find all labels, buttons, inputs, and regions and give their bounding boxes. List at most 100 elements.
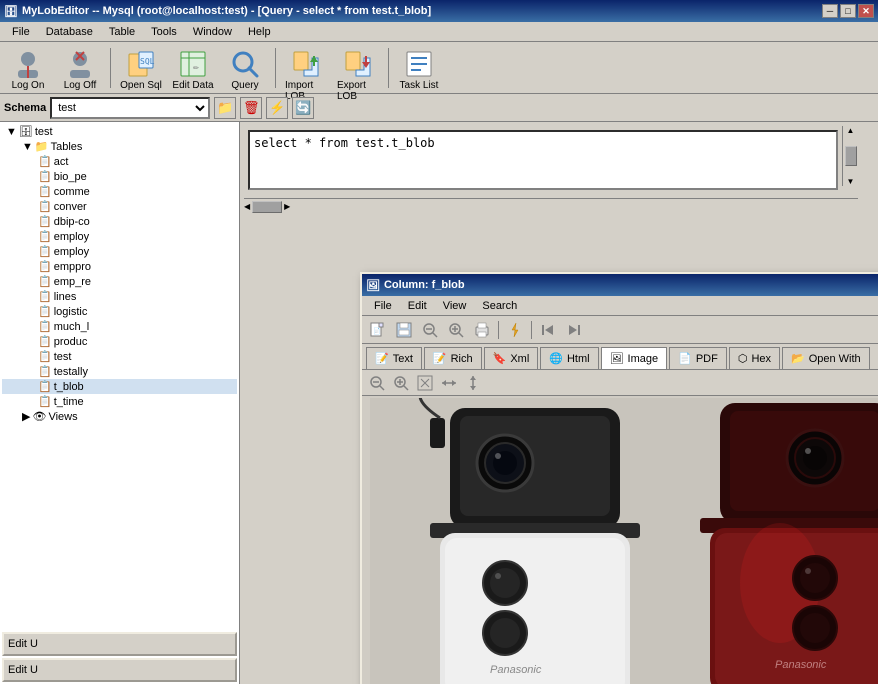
tree-tables-folder[interactable]: ▼ 📁 Tables xyxy=(2,139,237,154)
query-button[interactable]: Query xyxy=(221,45,269,91)
tab-xml[interactable]: 🔖 Xml xyxy=(484,347,539,369)
dialog-save-btn[interactable] xyxy=(392,319,416,341)
import-lob-button[interactable]: Import LOB xyxy=(282,45,330,91)
tree-item-lines[interactable]: 📋 lines xyxy=(2,289,237,304)
tab-text[interactable]: 📝 Text xyxy=(366,347,422,369)
svg-text:SQL: SQL xyxy=(140,57,155,66)
close-button[interactable]: ✕ xyxy=(858,4,874,18)
scroll-down-arrow[interactable]: ▼ xyxy=(847,177,855,186)
tree-views-folder[interactable]: ▶ 👁 Views xyxy=(2,409,237,424)
main-area: ▼ 🗄 test ▼ 📁 Tables 📋 act 📋 bio_pe 📋 xyxy=(0,122,878,684)
dialog-menu-edit[interactable]: Edit xyxy=(400,298,435,314)
title-bar-controls: ─ □ ✕ xyxy=(822,4,874,18)
dialog-zoom-out-btn[interactable] xyxy=(418,319,442,341)
tree-item-t-blob[interactable]: 📋 t_blob xyxy=(2,379,237,394)
tree-item-empre[interactable]: 📋 emp_re xyxy=(2,274,237,289)
menu-file[interactable]: File xyxy=(4,24,38,40)
menu-table[interactable]: Table xyxy=(101,24,143,40)
dialog-menu-view[interactable]: View xyxy=(435,298,475,314)
maximize-button[interactable]: □ xyxy=(840,4,856,18)
scroll-left-arrow[interactable]: ◀ xyxy=(244,202,250,211)
schema-refresh-btn[interactable]: 🔄 xyxy=(292,97,314,119)
schema-open-btn[interactable]: 📁 xyxy=(214,97,236,119)
image-area: Panasonic xyxy=(362,396,878,684)
scroll-h-thumb[interactable] xyxy=(252,201,282,213)
logoff-label: Log Off xyxy=(64,80,97,91)
dialog-menu-search[interactable]: Search xyxy=(474,298,525,314)
tree-item-produc[interactable]: 📋 produc xyxy=(2,334,237,349)
schema-lightning-btn[interactable]: ⚡ xyxy=(266,97,288,119)
edit-data-label: Edit Data xyxy=(172,80,213,91)
tab-image[interactable]: 🖼 Image xyxy=(601,347,668,369)
tab-rich[interactable]: 📝 Rich xyxy=(424,347,482,369)
tree-item-emppro[interactable]: 📋 emppro xyxy=(2,259,237,274)
dialog-zoom-in-btn[interactable] xyxy=(444,319,468,341)
dialog-menu-file[interactable]: File xyxy=(366,298,400,314)
minimize-button[interactable]: ─ xyxy=(822,4,838,18)
tab-pdf[interactable]: 📄 PDF xyxy=(669,347,727,369)
menu-tools[interactable]: Tools xyxy=(143,24,185,40)
column-dialog: 🖼 Column: f_blob ─ □ ✕ File Edit View Se… xyxy=(360,272,878,684)
scroll-thumb[interactable] xyxy=(845,146,857,166)
svg-text:✏: ✏ xyxy=(193,62,199,73)
scroll-up-arrow[interactable]: ▲ xyxy=(847,126,855,135)
tree-item-comme[interactable]: 📋 comme xyxy=(2,184,237,199)
tree-item-dbip[interactable]: 📋 dbip-co xyxy=(2,214,237,229)
tab-open-with[interactable]: 📂 Open With xyxy=(782,347,870,369)
tree-item-employ2[interactable]: 📋 employ xyxy=(2,244,237,259)
query-scrollbar-v[interactable]: ▲ ▼ xyxy=(842,126,858,186)
zoom-in-btn[interactable] xyxy=(390,373,412,393)
tree-item-act[interactable]: 📋 act xyxy=(2,154,237,169)
tree-item-t-time[interactable]: 📋 t_time xyxy=(2,394,237,409)
open-sql-button[interactable]: SQL Open Sql xyxy=(117,45,165,91)
tree-root-label: test xyxy=(35,126,53,138)
dialog-new-btn[interactable]: 📄 xyxy=(366,319,390,341)
menu-help[interactable]: Help xyxy=(240,24,279,40)
dialog-forward-btn[interactable] xyxy=(562,319,586,341)
logoff-icon xyxy=(64,48,96,80)
scroll-right-arrow[interactable]: ▶ xyxy=(284,202,290,211)
tree-item-test[interactable]: 📋 test xyxy=(2,349,237,364)
tree-item-conver[interactable]: 📋 conver xyxy=(2,199,237,214)
export-lob-button[interactable]: Export LOB xyxy=(334,45,382,91)
expand-icon: ▼ xyxy=(6,126,17,138)
tree-root[interactable]: ▼ 🗄 test xyxy=(2,124,237,139)
tree-item-label: much_l xyxy=(54,321,89,333)
open-sql-label: Open Sql xyxy=(120,80,162,91)
tree-item-testally[interactable]: 📋 testally xyxy=(2,364,237,379)
tab-html[interactable]: 🌐 Html xyxy=(540,347,598,369)
table-icon: 📋 xyxy=(38,170,52,183)
dialog-print-btn[interactable] xyxy=(470,319,494,341)
phones-image: Panasonic xyxy=(370,398,878,684)
query-editor[interactable] xyxy=(248,130,838,190)
edit-button-2[interactable]: Edit U xyxy=(2,658,237,682)
tree-item-label: logistic xyxy=(54,306,88,318)
tree-item-much[interactable]: 📋 much_l xyxy=(2,319,237,334)
zoom-height-btn[interactable] xyxy=(462,373,484,393)
menu-window[interactable]: Window xyxy=(185,24,240,40)
zoom-out-btn[interactable] xyxy=(366,373,388,393)
tree-item-employ1[interactable]: 📋 employ xyxy=(2,229,237,244)
menu-database[interactable]: Database xyxy=(38,24,101,40)
tree-item-bio[interactable]: 📋 bio_pe xyxy=(2,169,237,184)
logoff-button[interactable]: Log Off xyxy=(56,45,104,91)
tree-item-label: bio_pe xyxy=(54,171,87,183)
query-scrollbar-h[interactable]: ◀ ▶ xyxy=(244,198,858,214)
edit-data-button[interactable]: ✏ Edit Data xyxy=(169,45,217,91)
tree-item-logistic[interactable]: 📋 logistic xyxy=(2,304,237,319)
zoom-width-btn[interactable] xyxy=(438,373,460,393)
zoom-fit-btn[interactable] xyxy=(414,373,436,393)
schema-select[interactable]: test xyxy=(50,97,210,119)
views-folder-icon: 👁 xyxy=(32,410,46,423)
tab-hex[interactable]: ⬡ Hex xyxy=(729,347,780,369)
tab-html-icon: 🌐 xyxy=(549,352,563,365)
tab-image-label: Image xyxy=(628,353,659,365)
dialog-back-btn[interactable] xyxy=(536,319,560,341)
dialog-lightning-btn[interactable] xyxy=(503,319,527,341)
schema-delete-btn[interactable]: 🗑 xyxy=(240,97,262,119)
logon-button[interactable]: Log On xyxy=(4,45,52,91)
tree-item-label: conver xyxy=(54,201,87,213)
edit-button-1[interactable]: Edit U xyxy=(2,632,237,656)
task-list-button[interactable]: Task List xyxy=(395,45,443,91)
tab-hex-label: Hex xyxy=(751,353,771,365)
